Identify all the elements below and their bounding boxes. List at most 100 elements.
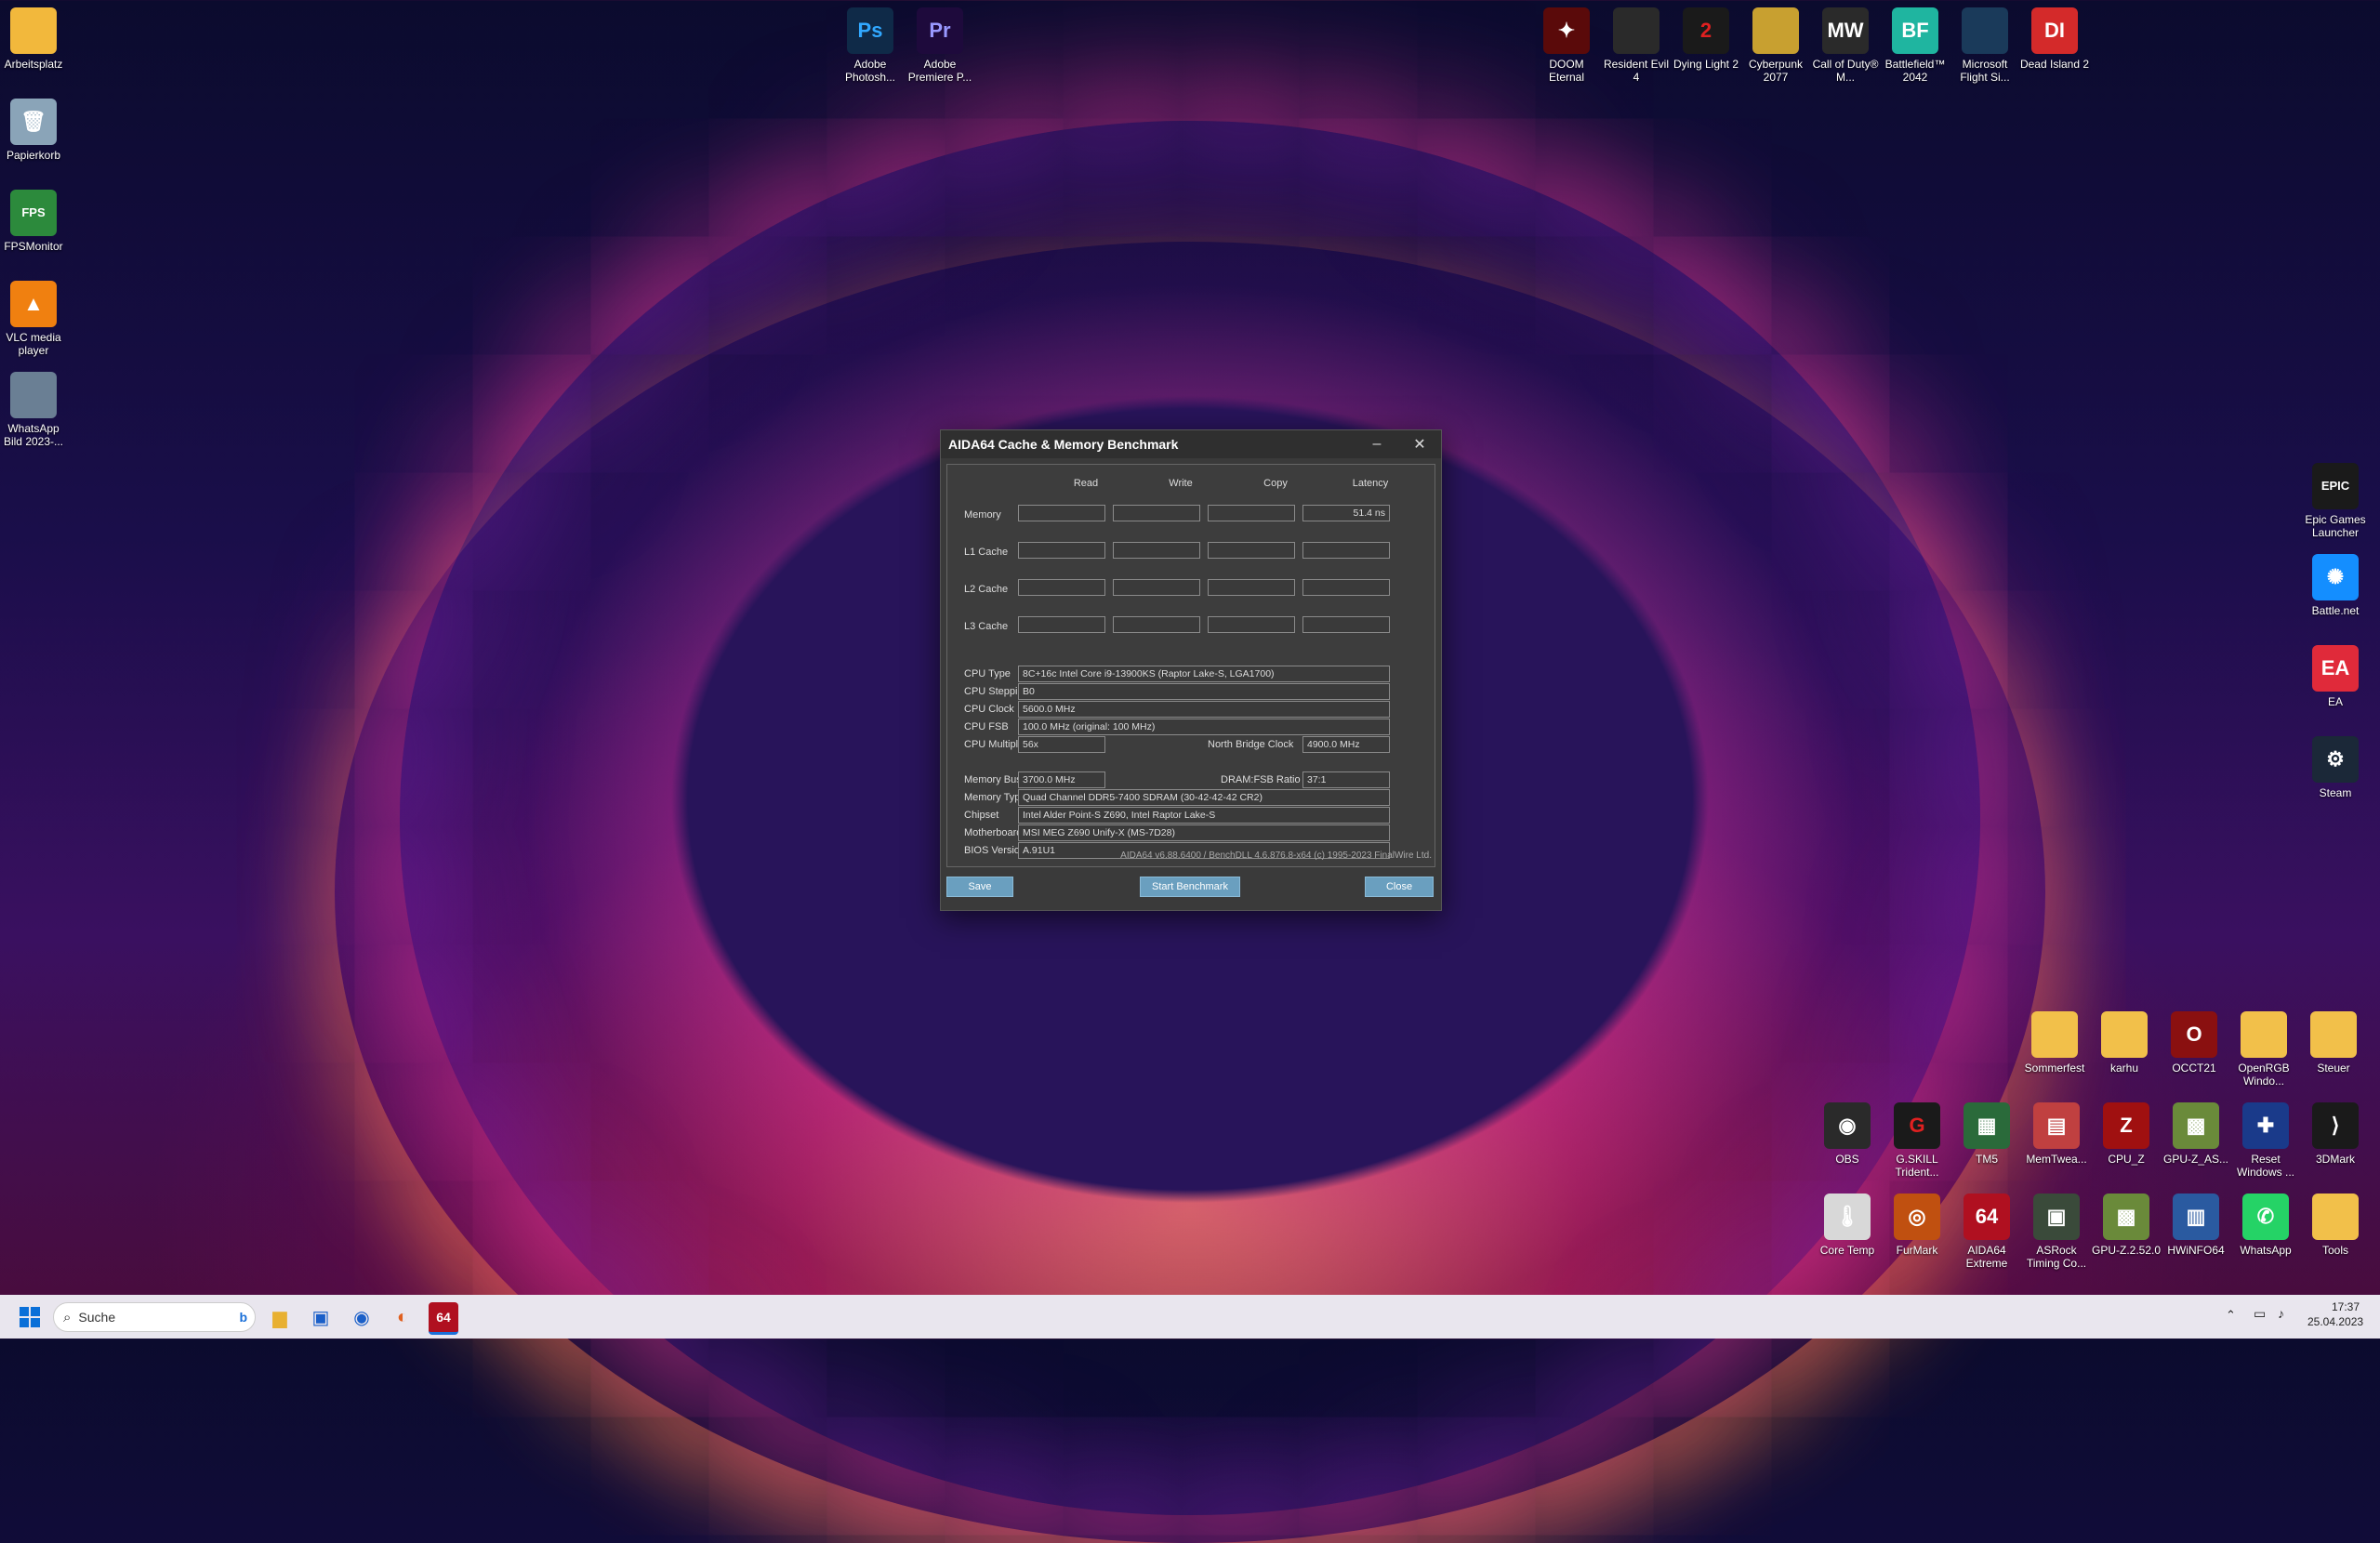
column-latency: Latency: [1352, 478, 1389, 489]
clock-time[interactable]: 17:37: [2307, 1300, 2360, 1313]
chevron-up-icon[interactable]: ⌃: [2226, 1308, 2236, 1323]
desktop-shortcut-desktop_left-4[interactable]: WhatsApp Bild 2023-...: [0, 372, 70, 448]
desktop-shortcut-label: Call of Duty® M...: [1812, 58, 1879, 84]
desktop-shortcut-desktop_top_right-6[interactable]: Microsoft Flight Si...: [1949, 7, 2021, 84]
memory-latency-value: 51.4 ns: [1302, 505, 1390, 521]
desktop-shortcut-desktop_br_row1-4[interactable]: Steuer: [2297, 1011, 2370, 1075]
fpsmonitor-icon: FPS: [10, 190, 57, 236]
l3-read-value: [1018, 616, 1105, 633]
epic-games-icon: EPIC: [2312, 463, 2359, 509]
photoshop-icon: Ps: [847, 7, 893, 54]
desktop-shortcut-desktop_right_column-2[interactable]: EA EA: [2299, 645, 2372, 708]
desktop-shortcut-desktop_top_right-0[interactable]: ✦ DOOM Eternal: [1530, 7, 1603, 84]
column-read: Read: [1073, 478, 1099, 489]
steam-icon: ⚙: [2312, 736, 2359, 783]
cpu-multiplier-value: 56x: [1018, 736, 1105, 753]
ea-icon: EA: [2312, 645, 2359, 692]
desktop-shortcut-desktop_right_column-0[interactable]: EPIC Epic Games Launcher: [2299, 463, 2372, 539]
desktop-shortcut-label: CPU_Z: [2108, 1153, 2145, 1166]
desktop-shortcut-label: FurMark: [1896, 1244, 1938, 1257]
desktop-shortcut-desktop_br_row1-0[interactable]: Sommerfest: [2018, 1011, 2091, 1075]
app-icon[interactable]: ◉: [347, 1302, 377, 1332]
save-button[interactable]: Save: [946, 877, 1013, 897]
chipset-label: Chipset: [964, 810, 999, 821]
close-button[interactable]: Close: [1365, 877, 1434, 897]
desktop-shortcut-label: OBS: [1835, 1153, 1859, 1166]
desktop-shortcut-desktop_top_right-5[interactable]: BF Battlefield™ 2042: [1879, 7, 1951, 84]
l3-latency-value: [1302, 616, 1390, 633]
l3-copy-value: [1208, 616, 1295, 633]
reset-windows-icon: ✚: [2242, 1102, 2289, 1149]
desktop-shortcut-desktop_br_row3-3[interactable]: ▣ ASRock Timing Co...: [2020, 1194, 2093, 1270]
store-icon[interactable]: ▣: [306, 1302, 336, 1332]
volume-icon[interactable]: ♪: [2278, 1306, 2284, 1321]
desktop-shortcut-desktop_left-3[interactable]: ▲ VLC media player: [0, 281, 70, 357]
motherboard-label: Motherboard: [964, 827, 1023, 838]
desktop-shortcut-desktop_br_row2-2[interactable]: ▦ TM5: [1950, 1102, 2023, 1166]
desktop-shortcut-desktop_br_row2-3[interactable]: ▤ MemTwea...: [2020, 1102, 2093, 1166]
recycle-bin-icon: 🗑: [10, 99, 57, 145]
desktop-shortcut-label: Adobe Premiere P...: [907, 58, 972, 84]
row-label-l1: L1 Cache: [964, 547, 1009, 558]
desktop-shortcut-desktop_left-1[interactable]: 🗑 Papierkorb: [0, 99, 70, 162]
whatsapp-icon: ✆: [2242, 1194, 2289, 1240]
l2-latency-value: [1302, 579, 1390, 596]
desktop-shortcut-desktop_right_column-3[interactable]: ⚙ Steam: [2299, 736, 2372, 799]
desktop-shortcut-desktop_top_right-7[interactable]: DI Dead Island 2: [2018, 7, 2091, 71]
aida64-taskbar-icon[interactable]: 64: [429, 1302, 458, 1335]
dram-ratio-label: DRAM:FSB Ratio: [1221, 774, 1301, 785]
close-window-button[interactable]: ✕: [1398, 430, 1441, 458]
desktop-shortcut-desktop_br_row3-0[interactable]: 🌡 Core Temp: [1811, 1194, 1884, 1257]
desktop-shortcut-desktop_br_row3-4[interactable]: ▩ GPU-Z.2.52.0: [2090, 1194, 2162, 1257]
copyright-footer: AIDA64 v6.88.6400 / BenchDLL 4.6.876.8-x…: [1120, 851, 1432, 861]
desktop-shortcut-label: G.SKILL Trident...: [1895, 1153, 1939, 1179]
firefox-icon[interactable]: ◐: [388, 1302, 417, 1332]
clock-date[interactable]: 25.04.2023: [2307, 1315, 2363, 1328]
desktop-shortcut-desktop_br_row3-5[interactable]: ▥ HWiNFO64: [2160, 1194, 2232, 1257]
dying-light-icon: 2: [1683, 7, 1729, 54]
desktop-shortcut-desktop_br_row2-0[interactable]: ◉ OBS: [1811, 1102, 1884, 1166]
desktop-shortcut-desktop_br_row2-7[interactable]: ⟩ 3DMark: [2299, 1102, 2372, 1166]
desktop-shortcut-desktop_br_row2-6[interactable]: ✚ Reset Windows ...: [2229, 1102, 2302, 1179]
taskbar-search[interactable]: ⌕ Suche b: [53, 1302, 256, 1332]
desktop-shortcut-desktop_br_row2-1[interactable]: G G.SKILL Trident...: [1881, 1102, 1953, 1179]
desktop-shortcut-desktop_left-2[interactable]: FPS FPSMonitor: [0, 190, 70, 253]
desktop-shortcut-desktop_right_column-1[interactable]: ✺ Battle.net: [2299, 554, 2372, 617]
desktop-shortcut-desktop_top_middle-1[interactable]: Pr Adobe Premiere P...: [904, 7, 976, 84]
desktop-shortcut-desktop_top_right-2[interactable]: 2 Dying Light 2: [1670, 7, 1742, 71]
desktop-shortcut-desktop_br_row2-5[interactable]: ▩ GPU-Z_AS...: [2160, 1102, 2232, 1166]
desktop-shortcut-desktop_br_row3-6[interactable]: ✆ WhatsApp: [2229, 1194, 2302, 1257]
file-explorer-icon[interactable]: ▆: [265, 1302, 295, 1332]
desktop-shortcut-desktop_br_row3-2[interactable]: 64 AIDA64 Extreme: [1950, 1194, 2023, 1270]
desktop-shortcut-desktop_top_right-4[interactable]: MW Call of Duty® M...: [1809, 7, 1882, 84]
desktop-shortcut-label: Dead Island 2: [2019, 58, 2090, 71]
windows-logo-icon: [20, 1307, 40, 1327]
desktop-shortcut-desktop_top_right-3[interactable]: Cyberpunk 2077: [1739, 7, 1812, 84]
desktop-shortcut-desktop_br_row3-7[interactable]: Tools: [2299, 1194, 2372, 1257]
desktop-shortcut-desktop_br_row2-4[interactable]: Z CPU_Z: [2090, 1102, 2162, 1166]
folder-icon: [2101, 1011, 2148, 1058]
desktop-shortcut-desktop_br_row1-2[interactable]: O OCCT21: [2158, 1011, 2230, 1075]
start-benchmark-button[interactable]: Start Benchmark: [1140, 877, 1240, 897]
cpu-type-label: CPU Type: [964, 668, 1011, 679]
desktop-shortcut-label: 3DMark: [2315, 1153, 2355, 1166]
minimize-button[interactable]: –: [1355, 430, 1398, 458]
network-icon[interactable]: ▭: [2254, 1306, 2266, 1322]
memory-type-value: Quad Channel DDR5-7400 SDRAM (30-42-42-4…: [1018, 789, 1390, 806]
desktop-shortcut-label: GPU-Z_AS...: [2162, 1153, 2228, 1166]
3dmark-icon: ⟩: [2312, 1102, 2359, 1149]
desktop-shortcut-desktop_br_row3-1[interactable]: ◎ FurMark: [1881, 1194, 1953, 1257]
desktop-shortcut-desktop_top_middle-0[interactable]: Ps Adobe Photosh...: [834, 7, 906, 84]
desktop-shortcut-desktop_left-0[interactable]: Arbeitsplatz: [0, 7, 70, 71]
desktop-shortcut-label: DOOM Eternal: [1548, 58, 1585, 84]
memtweak-icon: ▤: [2033, 1102, 2080, 1149]
desktop-shortcut-label: HWiNFO64: [2167, 1244, 2225, 1257]
desktop-shortcut-desktop_top_right-1[interactable]: Resident Evil 4: [1600, 7, 1673, 84]
desktop-shortcut-desktop_br_row1-1[interactable]: karhu: [2088, 1011, 2161, 1075]
start-button[interactable]: [15, 1302, 45, 1332]
cpu-clock-value: 5600.0 MHz: [1018, 701, 1390, 718]
desktop-shortcut-desktop_br_row1-3[interactable]: OpenRGB Windo...: [2228, 1011, 2300, 1088]
desktop-shortcut-label: OCCT21: [2172, 1062, 2216, 1075]
title-bar[interactable]: AIDA64 Cache & Memory Benchmark – ✕: [941, 430, 1441, 458]
occt-icon: O: [2171, 1011, 2217, 1058]
